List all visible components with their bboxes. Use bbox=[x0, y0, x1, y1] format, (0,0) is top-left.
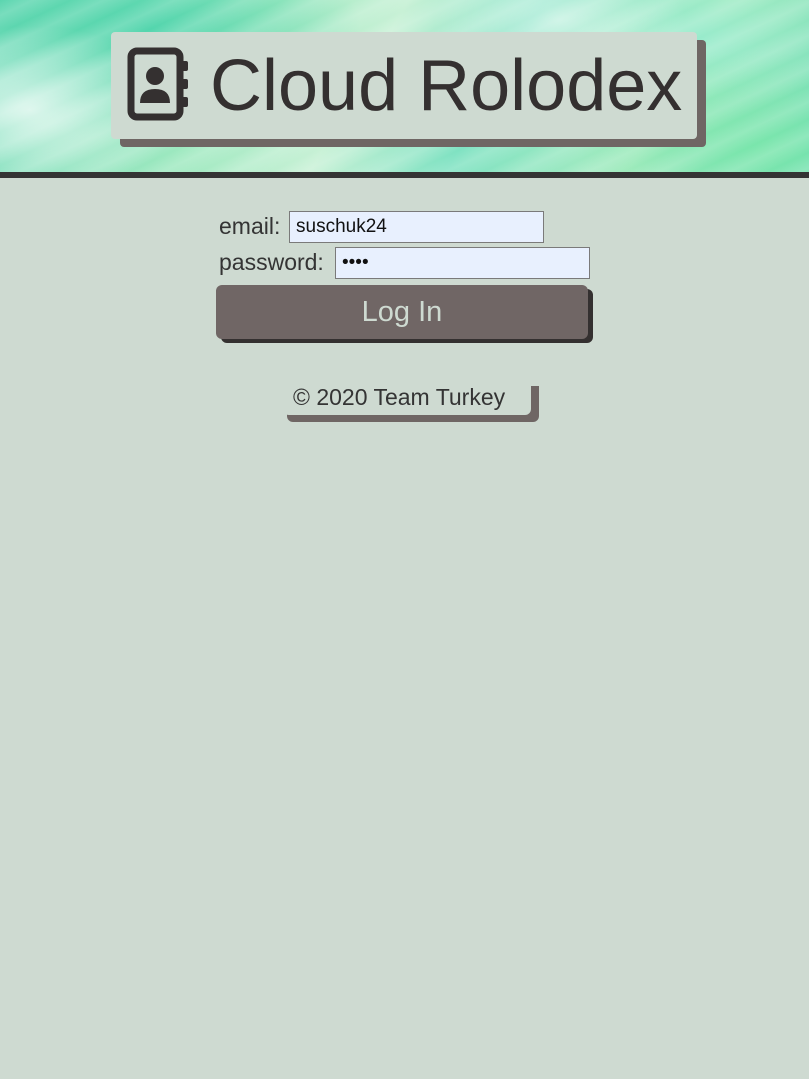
email-field[interactable] bbox=[289, 211, 544, 243]
email-label: email: bbox=[219, 213, 281, 239]
copyright-text: © 2020 Team Turkey bbox=[293, 384, 506, 410]
login-button[interactable]: Log In bbox=[216, 285, 588, 339]
address-book-icon bbox=[127, 47, 188, 121]
header-banner: Cloud Rolodex bbox=[0, 0, 809, 178]
page-title: Cloud Rolodex bbox=[210, 46, 683, 126]
password-field[interactable] bbox=[335, 247, 590, 279]
password-label: password: bbox=[219, 249, 324, 275]
